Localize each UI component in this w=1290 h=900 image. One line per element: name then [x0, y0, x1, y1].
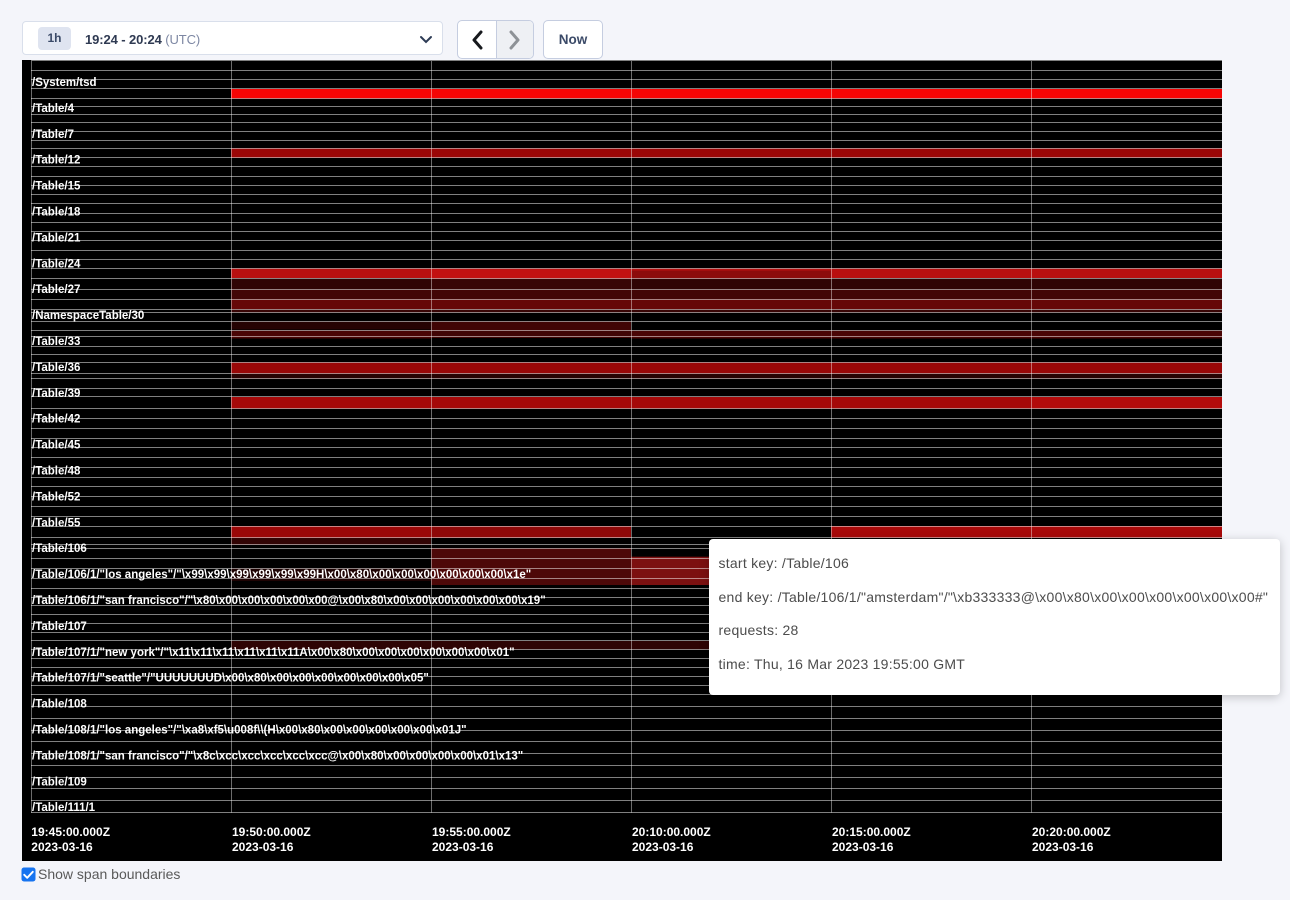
svg-text:2023-03-16: 2023-03-16 — [1032, 840, 1094, 854]
svg-text:20:15:00.000Z: 20:15:00.000Z — [832, 825, 911, 839]
svg-text:/System/tsd: /System/tsd — [32, 77, 97, 89]
svg-text:19:45:00.000Z: 19:45:00.000Z — [31, 825, 110, 839]
svg-text:/Table/39: /Table/39 — [32, 388, 80, 400]
svg-text:/Table/108: /Table/108 — [32, 699, 87, 711]
svg-text:/NamespaceTable/30: /NamespaceTable/30 — [32, 310, 144, 322]
svg-text:20:20:00.000Z: 20:20:00.000Z — [1032, 825, 1111, 839]
svg-text:/Table/12: /Table/12 — [32, 155, 80, 167]
svg-text:/Table/27: /Table/27 — [32, 284, 80, 296]
svg-text:/Table/108/1/"san francisco"/": /Table/108/1/"san francisco"/"\x8c\xcc\x… — [32, 750, 523, 762]
svg-text:20:10:00.000Z: 20:10:00.000Z — [632, 825, 711, 839]
svg-text:2023-03-16: 2023-03-16 — [632, 840, 694, 854]
svg-text:/Table/107/1/"seattle"/"UUUUUU: /Table/107/1/"seattle"/"UUUUUUUD\x00\x80… — [32, 673, 429, 685]
svg-text:/Table/107: /Table/107 — [32, 621, 87, 633]
svg-text:2023-03-16: 2023-03-16 — [31, 840, 93, 854]
svg-text:2023-03-16: 2023-03-16 — [432, 840, 494, 854]
svg-text:/Table/106/1/"san francisco"/": /Table/106/1/"san francisco"/"\x80\x00\x… — [32, 595, 546, 607]
svg-text:/Table/106: /Table/106 — [32, 543, 87, 555]
svg-text:/Table/15: /Table/15 — [32, 181, 81, 193]
svg-text:/Table/42: /Table/42 — [32, 414, 80, 426]
svg-text:/Table/48: /Table/48 — [32, 466, 81, 478]
svg-text:/Table/36: /Table/36 — [32, 362, 80, 374]
svg-text:/Table/7: /Table/7 — [32, 129, 74, 141]
svg-text:/Table/18: /Table/18 — [32, 207, 81, 219]
svg-text:/Table/108/1/"los angeles"/"\x: /Table/108/1/"los angeles"/"\xa8\xf5\u00… — [32, 725, 467, 737]
svg-text:2023-03-16: 2023-03-16 — [232, 840, 294, 854]
svg-text:/Table/107/1/"new york"/"\x11\: /Table/107/1/"new york"/"\x11\x11\x11\x1… — [32, 647, 515, 659]
svg-text:/Table/33: /Table/33 — [32, 336, 80, 348]
svg-text:/Table/106/1/"los angeles"/"\x: /Table/106/1/"los angeles"/"\x99\x99\x99… — [32, 569, 531, 581]
svg-text:/Table/45: /Table/45 — [32, 440, 81, 452]
svg-text:/Table/55: /Table/55 — [32, 517, 81, 529]
svg-text:19:55:00.000Z: 19:55:00.000Z — [432, 825, 511, 839]
svg-text:/Table/111/1: /Table/111/1 — [32, 802, 96, 814]
svg-text:/Table/21: /Table/21 — [32, 232, 81, 244]
svg-text:/Table/109: /Table/109 — [32, 776, 87, 788]
svg-text:/Table/4: /Table/4 — [32, 103, 75, 115]
svg-text:/Table/24: /Table/24 — [32, 258, 81, 270]
svg-text:19:50:00.000Z: 19:50:00.000Z — [232, 825, 311, 839]
svg-text:/Table/52: /Table/52 — [32, 491, 80, 503]
svg-text:2023-03-16: 2023-03-16 — [832, 840, 894, 854]
